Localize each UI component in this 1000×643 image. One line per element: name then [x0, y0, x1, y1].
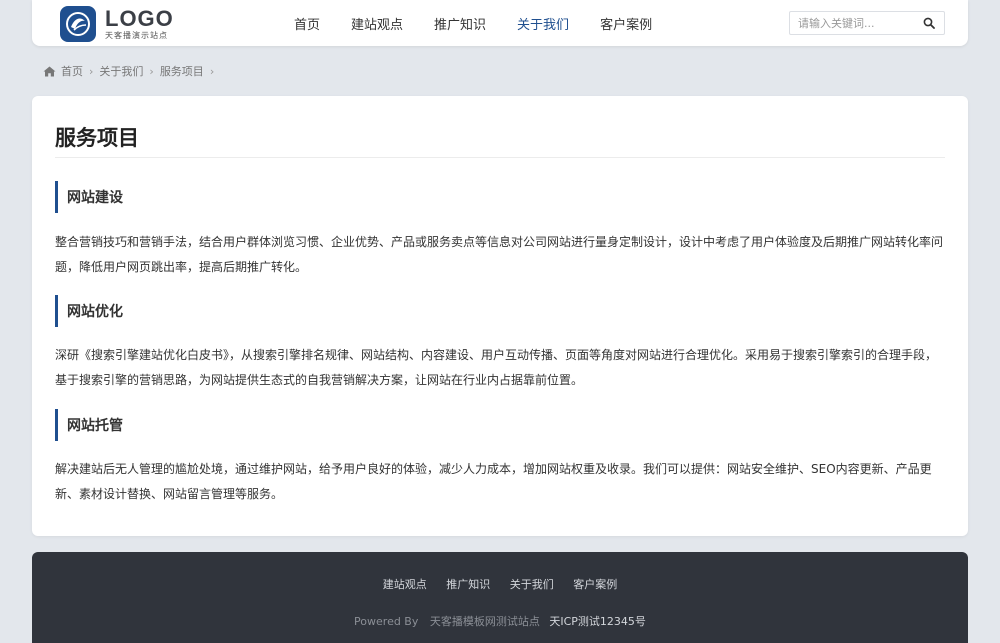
breadcrumb-separator: › [209, 64, 215, 78]
section-heading-website-optimization: 网站优化 [55, 295, 123, 327]
home-icon [43, 66, 56, 77]
powered-by-label: Powered By [354, 615, 419, 628]
section-heading-website-building: 网站建设 [55, 181, 123, 213]
footer-link-viewpoints[interactable]: 建站观点 [383, 578, 427, 591]
logo-mark-icon [60, 6, 96, 42]
section-body-website-building: 整合营销技巧和营销手法，结合用户群体浏览习惯、企业优势、产品或服务卖点等信息对公… [55, 235, 944, 274]
breadcrumb: 首页 › 关于我们 › 服务项目 › [43, 63, 220, 79]
content-card: 服务项目 网站建设 整合营销技巧和营销手法，结合用户群体浏览习惯、企业优势、产品… [32, 96, 968, 536]
breadcrumb-separator: › [149, 64, 154, 78]
section-body-website-optimization: 深研《搜索引擎建站优化白皮书》，从搜索引擎排名规律、网站结构、内容建设、用户互动… [55, 348, 938, 387]
site-header: LOGO 天客播演示站点 首页 建站观点 推广知识 关于我们 客户案例 [32, 0, 968, 46]
footer-icp-link[interactable]: 天ICP测试12345号 [549, 615, 646, 628]
breadcrumb-separator: › [89, 64, 94, 78]
search-input[interactable] [790, 12, 914, 34]
footer-link-about-us[interactable]: 关于我们 [510, 578, 554, 591]
breadcrumb-current[interactable]: 服务项目 [160, 63, 204, 79]
footer-nav: 建站观点 推广知识 关于我们 客户案例 [32, 576, 968, 592]
nav-item-home[interactable]: 首页 [294, 14, 320, 33]
section-body-website-hosting: 解决建站后无人管理的尴尬处境，通过维护网站，给予用户良好的体验，减少人力成本，增… [55, 462, 932, 501]
site-footer: 建站观点 推广知识 关于我们 客户案例 Powered By 天客播模板网测试站… [32, 552, 968, 643]
logo-subtitle: 天客播演示站点 [105, 30, 168, 40]
title-divider [55, 157, 945, 158]
page-title: 服务项目 [55, 126, 139, 150]
logo-wordmark: LOGO [105, 5, 174, 31]
nav-item-viewpoints[interactable]: 建站观点 [351, 14, 403, 33]
footer-copyright: Powered By 天客播模板网测试站点 天ICP测试12345号 [32, 613, 968, 629]
footer-link-cases[interactable]: 客户案例 [573, 578, 617, 591]
search-icon [923, 17, 935, 29]
footer-link-promotion[interactable]: 推广知识 [446, 578, 490, 591]
search-button[interactable] [914, 12, 944, 34]
nav-item-cases[interactable]: 客户案例 [600, 14, 652, 33]
section-heading-website-hosting: 网站托管 [55, 409, 123, 441]
nav-item-about-us[interactable]: 关于我们 [517, 14, 569, 33]
site-logo[interactable]: LOGO 天客播演示站点 [60, 5, 174, 43]
nav-item-promotion[interactable]: 推广知识 [434, 14, 486, 33]
search-box [789, 11, 945, 35]
breadcrumb-about-us[interactable]: 关于我们 [99, 63, 143, 79]
footer-site-link[interactable]: 天客播模板网测试站点 [430, 615, 540, 628]
main-nav: 首页 建站观点 推广知识 关于我们 客户案例 [294, 0, 683, 46]
breadcrumb-home[interactable]: 首页 [61, 63, 83, 79]
